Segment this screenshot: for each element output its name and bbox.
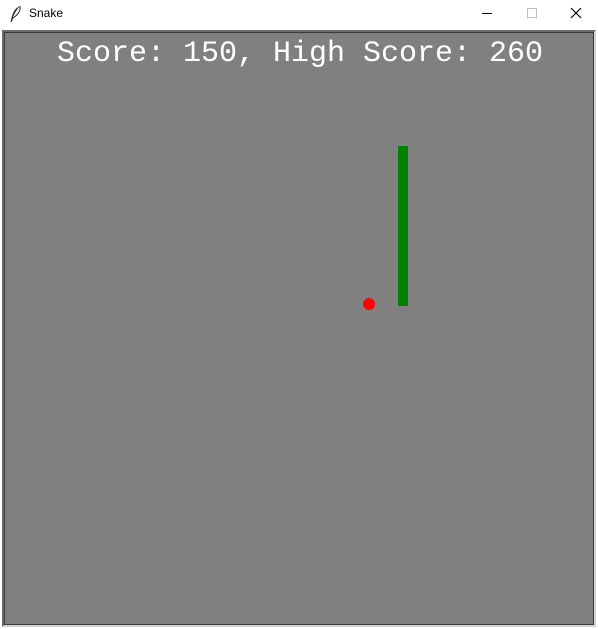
snake-segment	[398, 166, 408, 186]
canvas-frame: Score: 150, High Score: 260	[2, 30, 596, 627]
snake-segment	[398, 246, 408, 266]
close-button[interactable]	[554, 0, 598, 28]
game-canvas[interactable]: Score: 150, High Score: 260	[4, 32, 594, 625]
snake-segment	[398, 186, 408, 206]
title-bar[interactable]: Snake	[0, 0, 598, 28]
close-icon	[570, 7, 582, 19]
snake-segment	[398, 206, 408, 226]
minimize-icon	[482, 13, 492, 14]
snake-window: Snake Score: 150, High Score: 260	[0, 0, 598, 629]
feather-icon	[9, 5, 23, 23]
snake-head	[398, 286, 408, 306]
maximize-button[interactable]	[509, 0, 555, 28]
score-display: Score: 150, High Score: 260	[56, 37, 544, 71]
minimize-button[interactable]	[464, 0, 510, 28]
snake-segment	[398, 146, 408, 166]
snake-segment	[398, 226, 408, 246]
window-title: Snake	[29, 6, 64, 20]
maximize-icon	[527, 8, 537, 18]
food-apple	[363, 298, 375, 310]
snake-segment	[398, 266, 408, 286]
